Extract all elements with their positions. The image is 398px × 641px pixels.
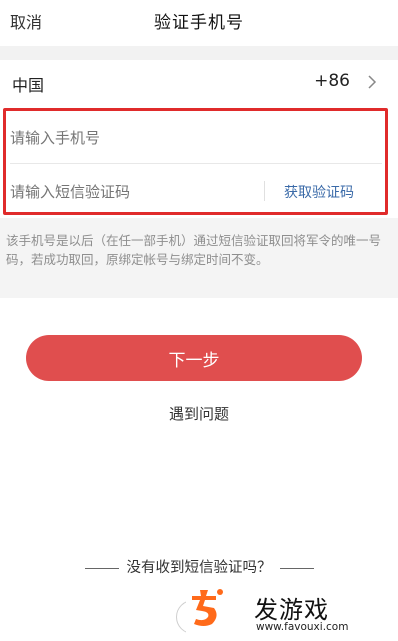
country-name: 中国 — [12, 76, 45, 95]
divider-line-right — [279, 567, 314, 569]
no-sms-help[interactable]: 没有收到短信验证吗？ — [0, 556, 398, 577]
phone-input[interactable] — [10, 128, 370, 148]
country-code: +86 — [314, 71, 350, 91]
nav-bar: 取消 验证手机号 — [0, 0, 398, 46]
problem-link[interactable]: 遇到问题 — [0, 403, 398, 424]
info-note: 该手机号是以后（在任一部手机）通过短信验证取回将军令的唯一号码，若成功取回，原绑… — [6, 233, 382, 267]
country-selector[interactable]: 中国 +86 — [0, 60, 398, 102]
sms-code-input[interactable] — [10, 182, 250, 202]
divider-line-left — [84, 567, 119, 569]
field-separator — [264, 181, 265, 201]
chevron-right-icon — [368, 75, 377, 89]
no-sms-label: 没有收到短信验证吗？ — [126, 560, 272, 576]
gamepad-logo-icon — [192, 589, 223, 626]
next-button[interactable]: 下一步 — [26, 335, 362, 381]
watermark-url: www.favouxi.com — [256, 621, 349, 633]
watermark: 发游戏 www.favouxi.com — [186, 588, 398, 641]
watermark-brand: 发游戏 — [254, 596, 329, 624]
get-code-button[interactable]: 获取验证码 — [284, 182, 354, 202]
section-gap — [0, 46, 398, 60]
field-divider — [10, 163, 382, 164]
page-title: 验证手机号 — [154, 13, 244, 33]
